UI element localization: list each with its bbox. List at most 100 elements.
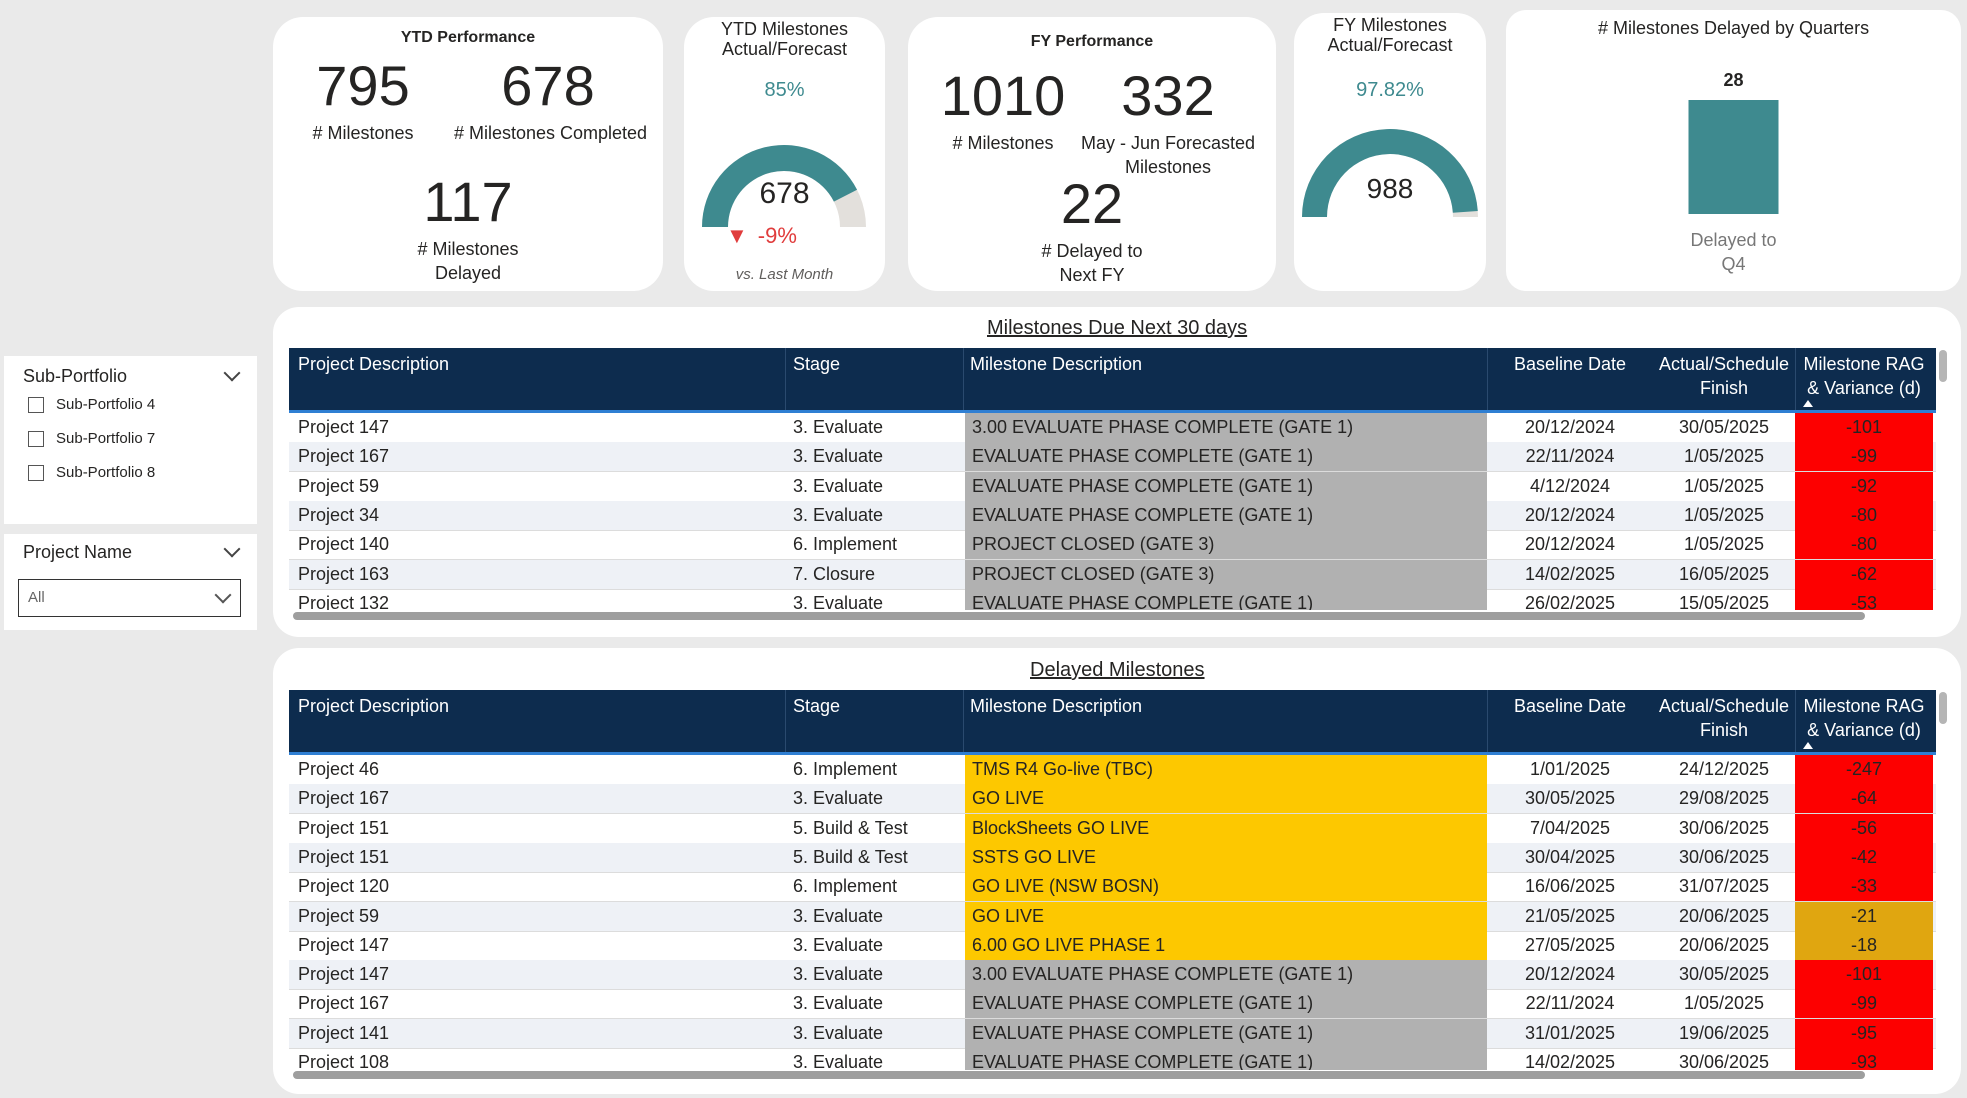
baseline-date-cell: 27/05/2025 [1524, 934, 1616, 955]
rag-variance-cell: -18 [1795, 930, 1933, 960]
project-name-dropdown[interactable]: All [18, 579, 241, 617]
checkbox-icon[interactable] [28, 430, 44, 447]
sort-ascending-icon[interactable] [1803, 742, 1813, 749]
baseline-date-cell: 1/01/2025 [1529, 759, 1611, 779]
col-milestone-description[interactable]: Milestone Description [970, 352, 1142, 376]
sub-portfolio-option[interactable]: Sub-Portfolio 8 [28, 464, 155, 481]
table-row[interactable]: Project 163 7. Closure PROJECT CLOSED (GAT… [289, 559, 1936, 590]
col-milestone-description[interactable]: Milestone Description [970, 694, 1142, 718]
table-row[interactable]: Project 59 3. Evaluate EVALUATE PHASE COMP… [289, 471, 1936, 502]
col-actual-finish[interactable]: Actual/Schedule Finish [1653, 694, 1795, 742]
fy-gauge-percent: 97.82% [1356, 79, 1424, 101]
ytd-delayed-value: 117 [423, 170, 513, 233]
baseline-date-cell: 22/11/2024 [1525, 993, 1615, 1014]
sub-portfolio-option[interactable]: Sub-Portfolio 4 [28, 396, 155, 413]
project-cell: Project 34 [298, 504, 380, 525]
table-row[interactable]: Project 108 3. Evaluate EVALUATE PHASE COM… [289, 1048, 1936, 1070]
col-rag-variance[interactable]: Milestone RAG & Variance (d) [1795, 352, 1933, 400]
table-row[interactable]: Project 147 3. Evaluate 6.00 GO LIVE PHASE… [289, 930, 1936, 961]
milestone-cell: PROJECT CLOSED (GATE 3) [965, 530, 1487, 560]
baseline-date-cell: 21/05/2025 [1524, 905, 1616, 926]
sub-portfolio-option-label: Sub-Portfolio 8 [56, 464, 156, 481]
project-cell: Project 147 [298, 934, 390, 955]
fy-forecast-value: 332 [1121, 64, 1215, 127]
column-divider [963, 690, 964, 752]
finish-date-cell: 30/06/2025 [1678, 817, 1770, 838]
project-cell: Project 167 [298, 446, 390, 467]
milestone-cell: GO LIVE [965, 784, 1487, 814]
rag-variance-cell: -80 [1795, 500, 1933, 530]
table-row[interactable]: Project 46 6. Implement TMS R4 Go-live (TB… [289, 755, 1936, 785]
bar-delayed-to-q4[interactable] [1688, 100, 1779, 214]
project-cell: Project 120 [298, 876, 390, 897]
delayed-table: Project Description Stage Milestone Desc… [289, 690, 1936, 1070]
ytd-completed-label: # Milestones Completed [453, 123, 648, 143]
project-cell: Project 108 [298, 1052, 390, 1070]
table-row[interactable]: Project 34 3. Evaluate EVALUATE PHASE COMP… [289, 500, 1936, 531]
milestone-cell: EVALUATE PHASE COMPLETE (GATE 1) [965, 471, 1487, 501]
col-rag-variance[interactable]: Milestone RAG & Variance (d) [1795, 694, 1933, 742]
ytd-gauge-comparison: vs. Last Month [735, 266, 834, 283]
project-cell: Project 151 [298, 846, 390, 867]
table-row[interactable]: Project 147 3. Evaluate 3.00 EVALUATE PHAS… [289, 413, 1936, 443]
milestone-cell: EVALUATE PHASE COMPLETE (GATE 1) [965, 989, 1487, 1019]
down-arrow-icon: ▼ [726, 223, 748, 248]
project-cell: Project 147 [298, 964, 390, 985]
baseline-date-cell: 14/02/2025 [1524, 563, 1616, 584]
project-cell: Project 140 [298, 534, 390, 555]
checkbox-icon[interactable] [28, 396, 44, 413]
column-divider [1487, 690, 1488, 752]
rag-variance-cell: -101 [1795, 413, 1933, 442]
sub-portfolio-option[interactable]: Sub-Portfolio 7 [28, 430, 155, 447]
project-name-selected: All [28, 589, 45, 606]
table-row[interactable]: Project 167 3. Evaluate GO LIVE 30/05/2025 2… [289, 784, 1936, 815]
due-table-vertical-scrollbar[interactable] [1939, 350, 1947, 382]
table-row[interactable]: Project 59 3. Evaluate GO LIVE 21/05/2025 20… [289, 901, 1936, 932]
baseline-date-cell: 30/04/2025 [1524, 846, 1616, 867]
rag-variance-cell: -53 [1795, 588, 1933, 610]
project-cell: Project 163 [298, 563, 390, 584]
fy-gauge-title: FY Milestones Actual/Forecast [1327, 15, 1453, 55]
finish-date-cell: 1/05/2025 [1683, 475, 1765, 496]
col-actual-finish[interactable]: Actual/Schedule Finish [1653, 352, 1795, 400]
col-stage[interactable]: Stage [793, 694, 840, 718]
col-baseline-date[interactable]: Baseline Date [1487, 694, 1653, 718]
rag-variance-cell: -56 [1795, 813, 1933, 843]
ytd-gauge [702, 145, 866, 227]
sort-ascending-icon[interactable] [1803, 400, 1813, 407]
milestone-cell: 6.00 GO LIVE PHASE 1 [965, 930, 1487, 960]
baseline-date-cell: 20/12/2024 [1524, 534, 1616, 555]
table-row[interactable]: Project 141 3. Evaluate EVALUATE PHASE COM… [289, 1018, 1936, 1049]
fy-delayed-value: 22 [1060, 172, 1124, 235]
delayed-table-horizontal-scrollbar[interactable] [293, 1071, 1865, 1079]
table-row[interactable]: Project 140 6. Implement PROJECT CLOSED (G… [289, 530, 1936, 561]
table-row[interactable]: Project 167 3. Evaluate EVALUATE PHASE COM… [289, 989, 1936, 1020]
quarters-bar-chart: 28 Delayed to Q4 [1688, 70, 1779, 274]
delayed-table-vertical-scrollbar[interactable] [1939, 692, 1947, 724]
col-project-description[interactable]: Project Description [298, 352, 449, 376]
project-cell: Project 46 [298, 759, 380, 779]
project-cell: Project 147 [298, 417, 390, 437]
milestone-cell: BlockSheets GO LIVE [965, 813, 1487, 843]
due-table-header: Project Description Stage Milestone Desc… [289, 348, 1936, 413]
fy-milestones-value: 1010 [940, 64, 1066, 127]
stage-cell: 6. Implement [793, 534, 898, 555]
col-stage[interactable]: Stage [793, 352, 840, 376]
due-table-horizontal-scrollbar[interactable] [293, 612, 1865, 620]
stage-cell: 7. Closure [793, 563, 876, 584]
milestone-cell: EVALUATE PHASE COMPLETE (GATE 1) [965, 1048, 1487, 1070]
col-baseline-date[interactable]: Baseline Date [1487, 352, 1653, 376]
table-row[interactable]: Project 167 3. Evaluate EVALUATE PHASE COM… [289, 442, 1936, 473]
table-row[interactable]: Project 147 3. Evaluate 3.00 EVALUATE PHAS… [289, 960, 1936, 991]
chevron-down-icon[interactable] [223, 364, 241, 382]
table-row[interactable]: Project 120 6. Implement GO LIVE (NSW BOSN… [289, 872, 1936, 903]
checkbox-icon[interactable] [28, 464, 44, 481]
table-row[interactable]: Project 151 5. Build & Test SSTS GO LIVE 30… [289, 842, 1936, 873]
chevron-down-icon[interactable] [223, 540, 241, 558]
table-row[interactable]: Project 151 5. Build & Test BlockSheets GO… [289, 813, 1936, 844]
table-row[interactable]: Project 132 3. Evaluate EVALUATE PHASE COM… [289, 588, 1936, 610]
finish-date-cell: 30/06/2025 [1678, 846, 1770, 867]
baseline-date-cell: 22/11/2024 [1525, 446, 1615, 467]
baseline-date-cell: 16/06/2025 [1524, 876, 1616, 897]
col-project-description[interactable]: Project Description [298, 694, 449, 718]
